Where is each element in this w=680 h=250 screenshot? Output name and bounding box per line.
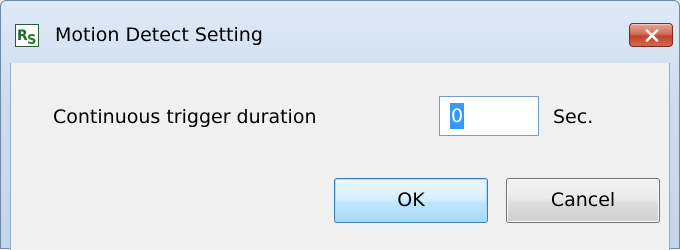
duration-value: 0 — [450, 103, 465, 129]
dialog-body: Continuous trigger duration 0 Sec. OK Ca… — [10, 63, 670, 250]
close-button[interactable] — [629, 23, 673, 47]
duration-input[interactable]: 0 — [439, 96, 539, 136]
svg-text:S: S — [27, 33, 36, 46]
window-title: Motion Detect Setting — [55, 24, 263, 46]
unit-label: Sec. — [553, 106, 594, 128]
title-bar[interactable]: R S Motion Detect Setting — [1, 1, 679, 63]
cancel-button[interactable]: Cancel — [506, 178, 660, 223]
close-icon — [645, 29, 659, 42]
ok-button[interactable]: OK — [334, 178, 488, 223]
motion-detect-dialog: R S Motion Detect Setting Continuous tri… — [0, 0, 680, 250]
rs-app-icon: R S — [15, 24, 39, 47]
duration-label: Continuous trigger duration — [53, 106, 317, 128]
